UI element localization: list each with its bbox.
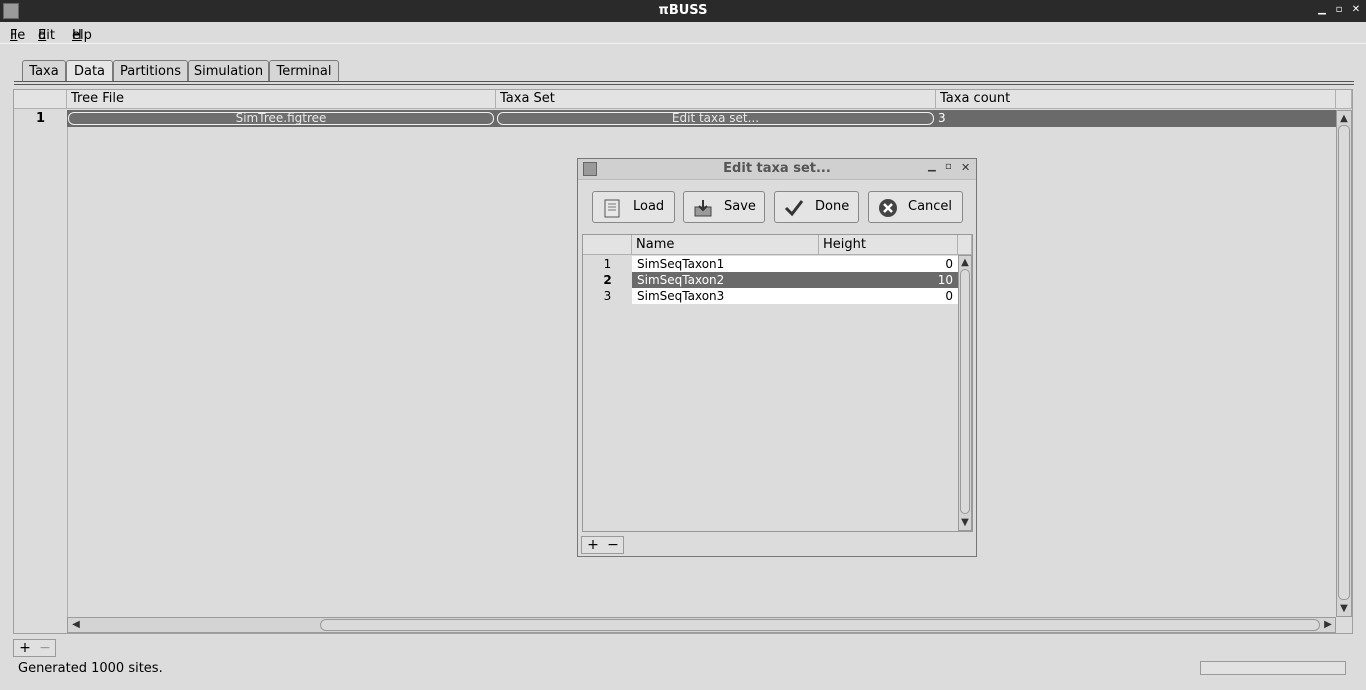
- vertical-scroll-thumb[interactable]: [1338, 125, 1350, 600]
- menubar: File Edit Help: [0, 22, 1366, 44]
- scroll-right-icon[interactable]: ▶: [1322, 619, 1334, 630]
- save-label: Save: [724, 199, 756, 214]
- dialog-add-remove-group: + −: [581, 536, 624, 554]
- close-icon[interactable]: ✕: [1349, 4, 1363, 15]
- tab-partitions[interactable]: Partitions: [113, 60, 188, 82]
- taxa-table: Name Height 1 SimSeqTaxon1 0 2 SimSeqTax…: [582, 234, 973, 532]
- dialog-vertical-scrollbar[interactable]: ▲ ▼: [958, 255, 972, 531]
- add-remove-group: + −: [13, 639, 56, 657]
- column-header-taxa-count[interactable]: Taxa count: [936, 90, 1336, 109]
- row-number: 3: [603, 289, 612, 303]
- done-button[interactable]: Done: [774, 191, 859, 223]
- column-header-taxa-set[interactable]: Taxa Set: [496, 90, 936, 109]
- load-label: Load: [633, 199, 665, 214]
- tab-terminal[interactable]: Terminal: [269, 60, 339, 82]
- column-header-tree-file[interactable]: Tree File: [67, 90, 496, 109]
- horizontal-scrollbar[interactable]: ◀ ▶: [67, 617, 1336, 633]
- dialog-title: Edit taxa set...: [723, 161, 831, 176]
- row-number: 2: [603, 273, 612, 287]
- taxon-name[interactable]: SimSeqTaxon3: [637, 288, 724, 304]
- status-text: Generated 1000 sites.: [18, 661, 163, 676]
- edit-taxa-set-dialog: Edit taxa set... ▁ ▫ ✕ Load Save Done Ca…: [577, 158, 977, 557]
- table-row-selected[interactable]: SimSeqTaxon2 10: [632, 272, 958, 288]
- load-icon: [604, 199, 620, 218]
- dialog-close-icon[interactable]: ✕: [961, 161, 970, 174]
- cancel-x-icon: [879, 199, 897, 217]
- minimize-icon[interactable]: ▁: [1315, 4, 1329, 15]
- taxon-height[interactable]: 0: [945, 288, 953, 304]
- taxon-name[interactable]: SimSeqTaxon1: [637, 256, 724, 272]
- add-button[interactable]: +: [18, 641, 32, 655]
- tab-simulation[interactable]: Simulation: [188, 60, 269, 82]
- taxon-height[interactable]: 0: [945, 256, 953, 272]
- scroll-up-icon[interactable]: ▲: [959, 257, 971, 268]
- dialog-maximize-icon[interactable]: ▫: [945, 161, 952, 172]
- tab-taxa[interactable]: Taxa: [22, 60, 66, 82]
- taxon-name[interactable]: SimSeqTaxon2: [637, 272, 724, 288]
- scroll-down-icon[interactable]: ▼: [1337, 603, 1351, 614]
- cancel-button[interactable]: Cancel: [868, 191, 963, 223]
- dialog-titlebar: Edit taxa set... ▁ ▫ ✕: [578, 159, 976, 180]
- taxon-height[interactable]: 10: [938, 272, 953, 288]
- row-number: 1: [603, 257, 612, 271]
- done-label: Done: [815, 199, 850, 214]
- column-header-height[interactable]: Height: [819, 235, 958, 255]
- window-title: πBUSS: [658, 3, 708, 18]
- row-number-header: [14, 90, 67, 109]
- maximize-icon[interactable]: ▫: [1332, 4, 1346, 15]
- save-icon: [694, 200, 712, 217]
- remove-button[interactable]: −: [38, 641, 52, 655]
- cancel-label: Cancel: [908, 199, 953, 214]
- window-titlebar: πBUSS ▁ ▫ ✕: [0, 0, 1366, 22]
- vertical-scrollbar[interactable]: ▲ ▼: [1336, 110, 1352, 617]
- row-number: 1: [35, 111, 46, 126]
- load-button[interactable]: Load: [592, 191, 675, 223]
- scroll-down-icon[interactable]: ▼: [959, 517, 971, 528]
- done-check-icon: [784, 200, 804, 217]
- dialog-scroll-thumb[interactable]: [960, 269, 970, 514]
- table-row[interactable]: SimSeqTaxon3 0: [632, 288, 958, 304]
- save-button[interactable]: Save: [683, 191, 765, 223]
- dialog-add-button[interactable]: +: [586, 538, 600, 552]
- header-corner: [958, 235, 972, 255]
- dialog-minimize-icon[interactable]: ▁: [928, 161, 936, 172]
- scroll-left-icon[interactable]: ◀: [70, 619, 82, 630]
- table-row[interactable]: SimSeqTaxon1 0: [632, 256, 958, 272]
- dialog-remove-button[interactable]: −: [606, 538, 620, 552]
- scroll-up-icon[interactable]: ▲: [1337, 113, 1351, 124]
- edit-taxa-set-button[interactable]: Edit taxa set...: [497, 112, 934, 125]
- tab-divider: [14, 81, 1354, 82]
- tab-divider: [14, 84, 1354, 85]
- progress-bar: [1200, 661, 1346, 675]
- header-corner: [1336, 90, 1352, 109]
- tree-file-button[interactable]: SimTree.figtree: [68, 112, 494, 125]
- column-header-name[interactable]: Name: [632, 235, 819, 255]
- horizontal-scroll-thumb[interactable]: [320, 619, 1320, 631]
- taxa-count-cell[interactable]: 3: [938, 111, 946, 125]
- tab-data[interactable]: Data: [66, 60, 113, 82]
- row-number-header: [583, 235, 632, 255]
